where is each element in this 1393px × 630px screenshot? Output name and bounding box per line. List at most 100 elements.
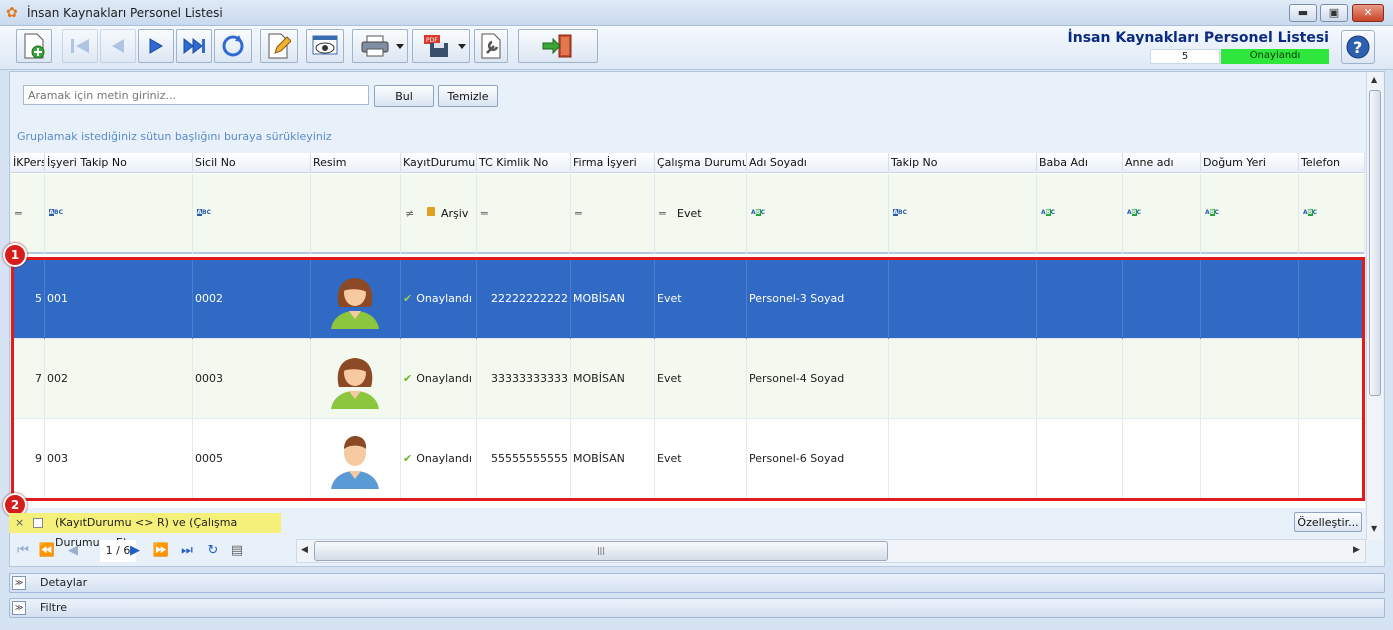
previous-record-button[interactable] [100,29,136,63]
last-record-button[interactable] [176,29,212,63]
scroll-left-arrow-icon[interactable]: ◀ [301,545,308,555]
column-header-ikpers[interactable]: İKPers [11,153,45,173]
title-bar: ✿ İnsan Kaynakları Personel Listesi ▬ ▣ … [0,0,1393,26]
column-header-sicil[interactable]: Sicil No [193,153,311,173]
filter-cell[interactable]: ABC [1299,174,1365,254]
equals-operator-icon[interactable]: ═ [575,207,582,220]
tools-button[interactable] [474,29,508,63]
export-pdf-button[interactable]: PDF [412,29,470,63]
customize-button[interactable]: Özelleştir... [1294,512,1362,532]
filter-cell[interactable]: ABC [1123,174,1201,254]
table-row[interactable]: 7 002 0003 ✔ Onaylandı 33333333333 MOBİSA… [11,339,1365,419]
filter-cell[interactable]: ═ [477,174,571,254]
scroll-up-arrow-icon[interactable]: ▲ [1371,75,1377,84]
column-header-baba[interactable]: Baba Adı [1037,153,1123,173]
filter-cell[interactable]: ═ [11,174,45,254]
refresh-button[interactable] [214,29,252,63]
equals-operator-icon[interactable]: ═ [481,207,488,220]
filter-cell[interactable]: ABC [193,174,311,254]
filter-cell-calisma[interactable]: ═ Evet [655,174,747,254]
text-filter-icon: ABC [197,209,211,216]
scroll-down-arrow-icon[interactable]: ▼ [1371,524,1377,533]
column-header-firma[interactable]: Firma İşyeri [571,153,655,173]
column-header-resim[interactable]: Resim [311,153,401,173]
equals-operator-icon[interactable]: ═ [15,207,22,220]
equals-operator-icon[interactable]: ═ [659,207,666,220]
exit-button[interactable] [518,29,598,63]
clear-button[interactable]: Temizle [438,85,498,107]
cell-dogum-yeri [1201,339,1299,419]
search-input[interactable] [23,85,369,105]
filter-cell[interactable]: ABC [1037,174,1123,254]
first-record-button[interactable] [62,29,98,63]
cell-telefon [1299,339,1365,419]
column-header-ad-soyad[interactable]: Adı Soyadı [747,153,889,173]
annotation-badge-1: 1 [3,243,27,267]
grid-header: İKPers İşyeri Takip No Sicil No Resim Ka… [11,153,1365,173]
column-header-calisma[interactable]: Çalışma Durumu [655,153,747,173]
filter-cell-kayit-durumu[interactable]: ≠ Arşiv [401,174,477,254]
filter-cell[interactable] [311,174,401,254]
print-button[interactable] [352,29,408,63]
horizontal-scroll-thumb[interactable]: ||| [314,541,888,561]
nav-first-icon[interactable]: ⏮ [12,540,34,562]
vertical-scrollbar[interactable]: ▲ ▼ [1366,72,1383,540]
cell-ad-soyad: Personel-4 Soyad [747,339,889,419]
nav-refresh-icon[interactable]: ↻ [202,540,224,562]
vertical-scroll-thumb[interactable] [1369,90,1381,396]
expand-chevron-icon[interactable]: ≫ [12,576,26,590]
clear-filter-icon[interactable]: × [15,513,24,533]
not-equals-operator-icon[interactable]: ≠ [405,207,414,220]
maximize-button[interactable]: ▣ [1320,4,1348,22]
column-header-dogum-yeri[interactable]: Doğum Yeri [1201,153,1299,173]
preview-button[interactable] [306,29,344,63]
filter-enable-checkbox[interactable] [33,518,43,528]
minimize-button[interactable]: ▬ [1289,4,1317,22]
filter-cell[interactable]: ═ [571,174,655,254]
nav-prev-icon[interactable]: ◀ [62,540,84,562]
table-row[interactable]: 5 001 0002 ✔ Onaylandı 22222222222 MOBİSA… [11,259,1365,339]
nav-last-icon[interactable]: ⏭ [176,540,198,562]
close-window-button[interactable]: ✕ [1352,4,1384,22]
table-row[interactable]: 9 003 0005 ✔ Onaylandı 55555555555 MOBİSA… [11,419,1365,499]
scroll-right-arrow-icon[interactable]: ▶ [1353,545,1360,555]
new-record-button[interactable] [16,29,52,63]
next-record-button[interactable] [138,29,174,63]
column-header-kayit-durumu[interactable]: KayıtDurumu [401,153,477,173]
cell-calisma: Evet [655,259,747,339]
cell-anne [1123,339,1201,419]
column-header-tc[interactable]: TC Kimlik No [477,153,571,173]
column-header-anne[interactable]: Anne adı [1123,153,1201,173]
expand-chevron-icon[interactable]: ≫ [12,601,26,615]
cell-firma: MOBİSAN [571,259,655,339]
nav-next-page-icon[interactable]: ⏩ [150,540,172,562]
find-button[interactable]: Bul [374,85,434,107]
filter-panel-header[interactable]: ≫ Filtre [9,598,1385,618]
nav-next-icon[interactable]: ▶ [124,540,146,562]
filter-cell[interactable]: ABC [747,174,889,254]
nav-prev-page-icon[interactable]: ⏪ [36,540,58,562]
record-count: 5 [1150,49,1220,64]
export-dropdown-arrow-icon[interactable] [458,44,466,49]
column-header-takip[interactable]: Takip No [889,153,1037,173]
help-button[interactable]: ? [1341,30,1375,64]
cell-anne [1123,419,1201,499]
lock-icon [427,207,435,216]
filter-cell[interactable]: ABC [1201,174,1299,254]
nav-find-icon[interactable]: ▤ [226,540,248,562]
filter-cell[interactable]: ABC [45,174,193,254]
column-header-telefon[interactable]: Telefon [1299,153,1365,173]
cell-ikpers: 7 [11,339,45,419]
filter-value-calisma: Evet [677,207,702,220]
cell-sicil: 0003 [193,339,311,419]
horizontal-scrollbar[interactable]: ◀ ||| ▶ [296,539,1366,563]
edit-button[interactable] [260,29,298,63]
next-icon [149,38,163,54]
column-header-isyeri-takip[interactable]: İşyeri Takip No [45,153,193,173]
filter-cell[interactable]: ABC [889,174,1037,254]
print-dropdown-arrow-icon[interactable] [396,44,404,49]
cell-isyeri-takip: 002 [45,339,193,419]
cell-takip [889,259,1037,339]
details-panel-header[interactable]: ≫ Detaylar [9,573,1385,593]
text-filter-icon: ABC [1303,209,1318,216]
